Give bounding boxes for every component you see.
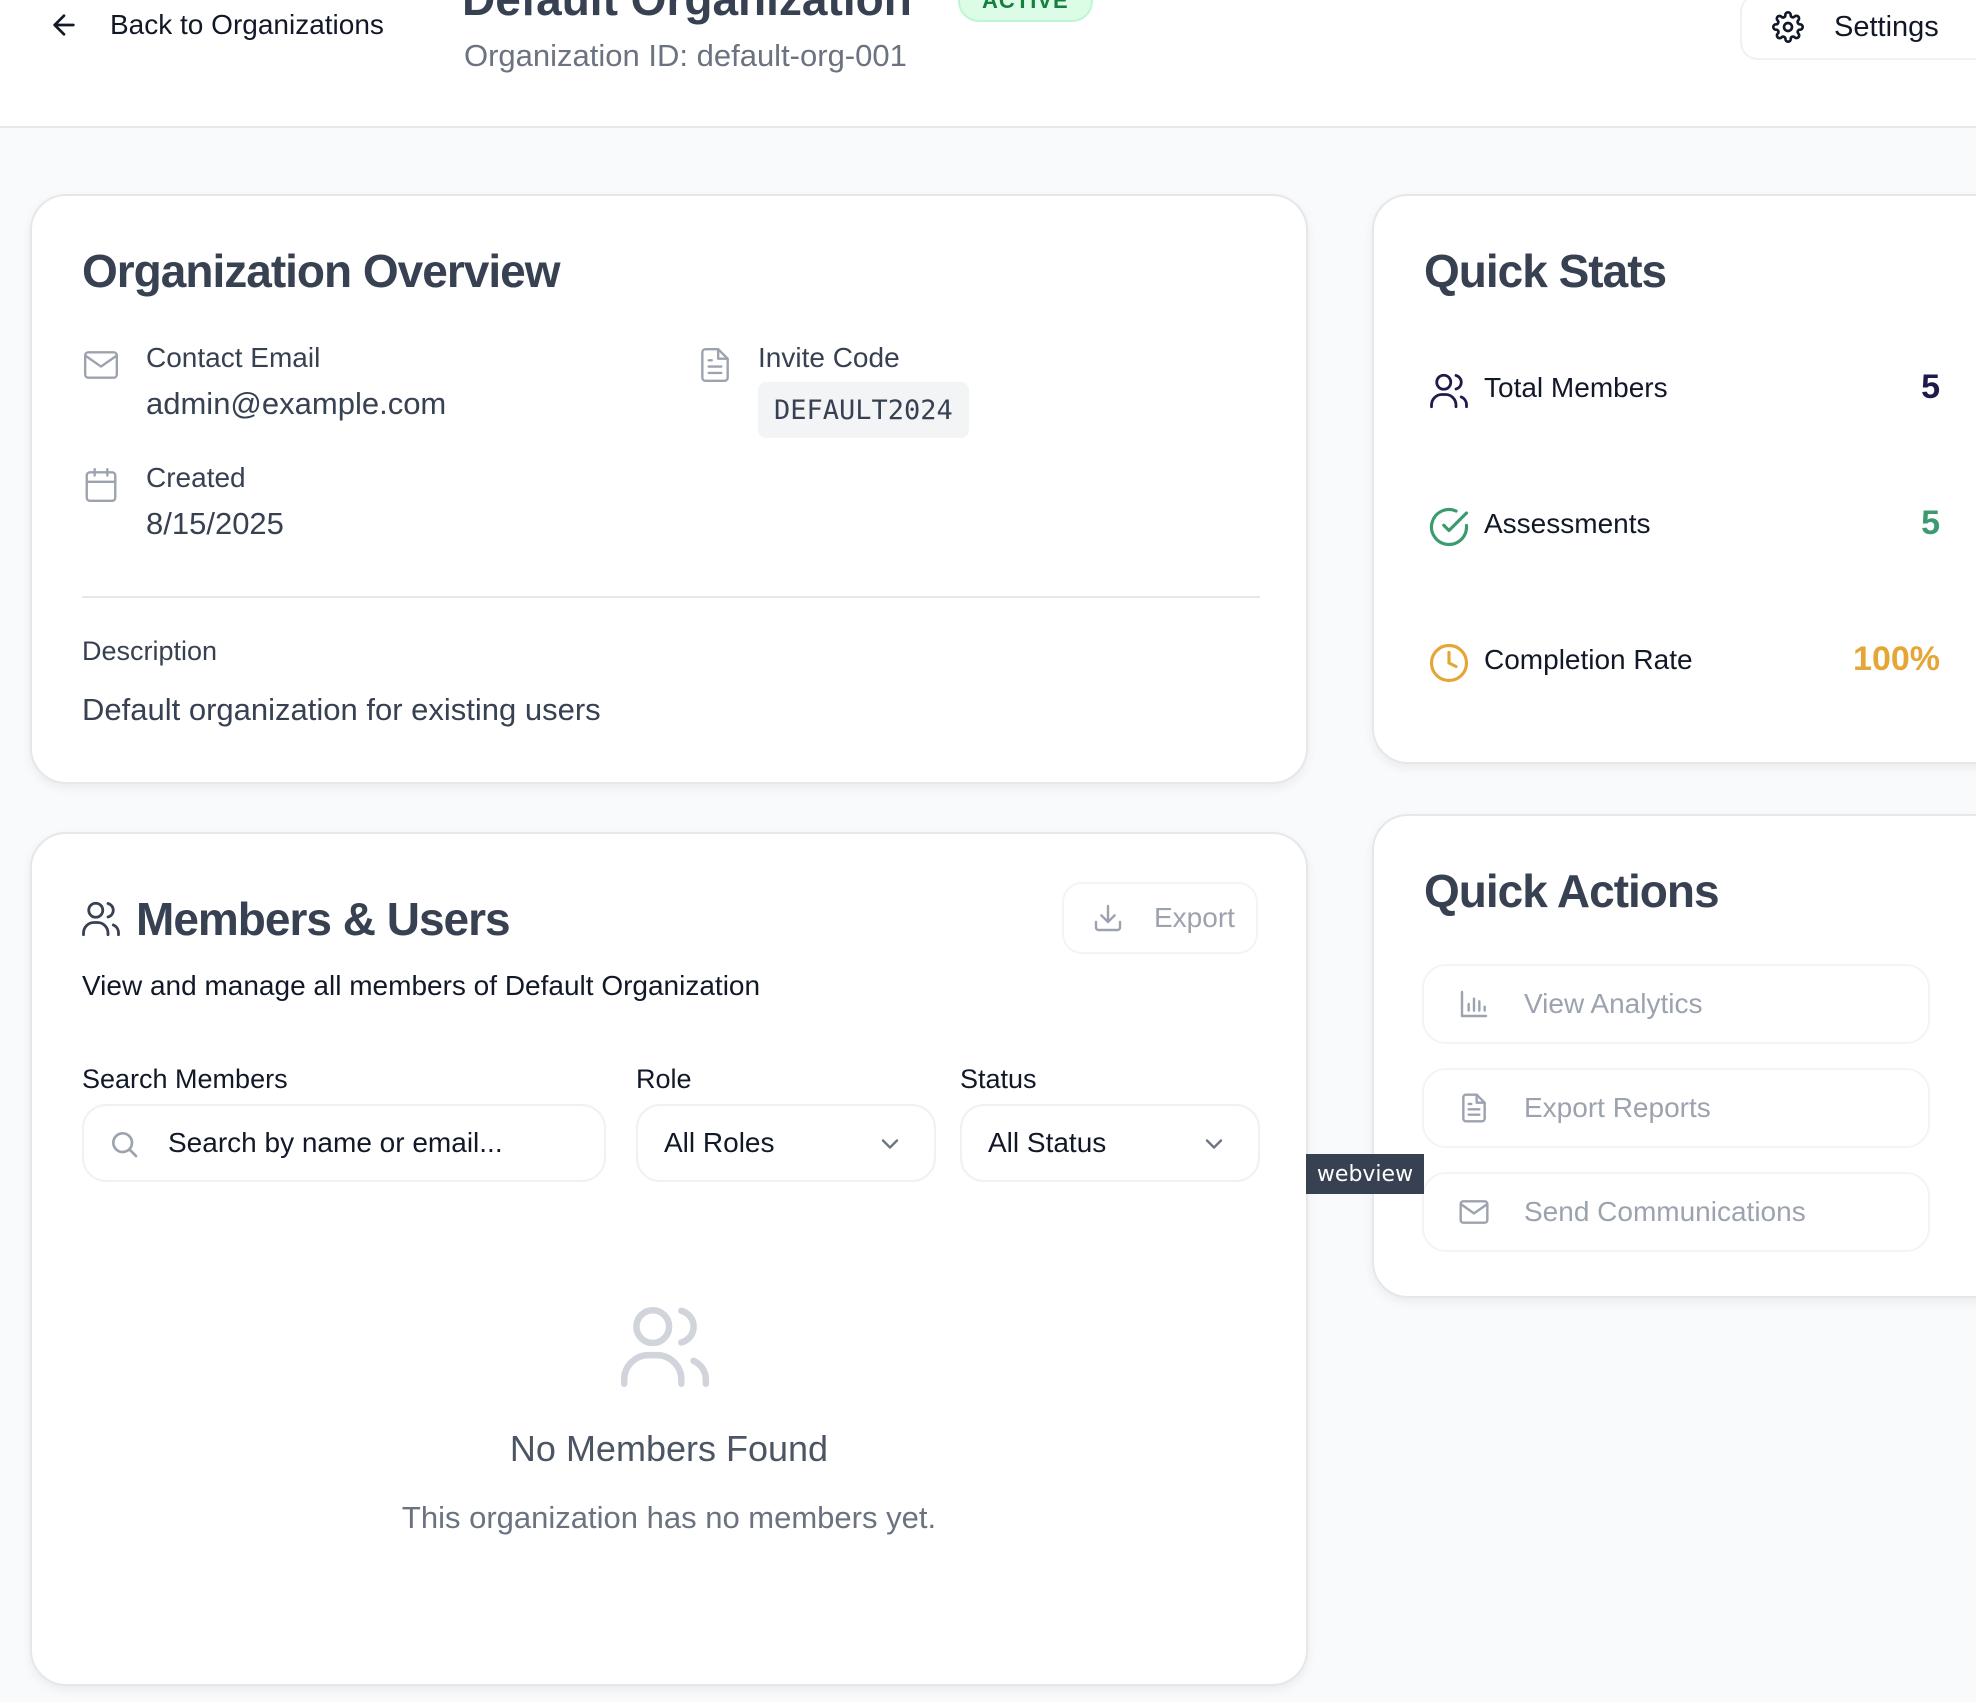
page-title: Default Organization [462, 0, 912, 26]
action-label: Send Communications [1524, 1196, 1806, 1227]
created-label: Created [146, 462, 246, 493]
search-icon [112, 1132, 138, 1158]
role-select[interactable]: All Roles [636, 1104, 936, 1182]
stat-total-members: Total Members 5 [1374, 360, 1976, 420]
quick-stats-card: Quick Stats Total Members 5 Assessments … [1372, 194, 1976, 764]
stat-label: Total Members [1484, 372, 1668, 403]
stat-value: 100% [1853, 640, 1940, 678]
stat-completion-rate: Completion Rate 100% [1374, 632, 1976, 692]
quick-actions-card: Quick Actions View Analytics Export Repo… [1372, 814, 1976, 1298]
users-icon [1430, 373, 1468, 409]
top-bar: Back to Organizations Default Organizati… [0, 0, 1976, 128]
members-card: Members & Users View and manage all memb… [30, 832, 1308, 1686]
stat-label: Assessments [1484, 508, 1651, 539]
created-value: 8/15/2025 [146, 506, 284, 541]
status-select-value: All Status [988, 1127, 1107, 1158]
action-label: Export Reports [1524, 1092, 1711, 1123]
webview-tooltip: webview [1306, 1154, 1424, 1194]
members-subtitle: View and manage all members of Default O… [82, 970, 761, 1001]
back-label: Back to Organizations [110, 9, 384, 40]
organization-id: Organization ID: default-org-001 [464, 38, 907, 73]
download-icon [1094, 904, 1122, 932]
mail-icon [1459, 1200, 1489, 1224]
search-members-label: Search Members [82, 1064, 288, 1094]
mail-icon [83, 351, 119, 379]
document-icon [1462, 1093, 1486, 1123]
check-circle-icon [1429, 507, 1469, 547]
contact-email-label: Contact Email [146, 342, 321, 373]
export-button[interactable]: Export [1062, 882, 1258, 954]
clock-icon [1429, 643, 1469, 683]
calendar-icon [85, 467, 117, 503]
members-title: Members & Users [136, 893, 511, 945]
quick-actions-title: Quick Actions [1424, 865, 1720, 917]
view-analytics-button[interactable]: View Analytics [1422, 964, 1930, 1044]
chevron-down-icon [1205, 1139, 1223, 1149]
invite-code-value: DEFAULT2024 [758, 382, 969, 438]
status-select[interactable]: All Status [960, 1104, 1260, 1182]
settings-label: Settings [1834, 10, 1939, 43]
role-label: Role [636, 1064, 692, 1094]
search-input[interactable] [168, 1127, 604, 1159]
settings-button[interactable]: Settings [1740, 0, 1976, 60]
stat-label: Completion Rate [1484, 644, 1693, 675]
bar-chart-icon [1460, 990, 1488, 1018]
organization-overview-card: Organization Overview Contact Email admi… [30, 194, 1308, 784]
search-field [82, 1104, 606, 1182]
overview-divider [82, 596, 1260, 598]
quick-stats-title: Quick Stats [1424, 245, 1667, 297]
contact-email-value: admin@example.com [146, 386, 447, 421]
empty-state-text: This organization has no members yet. [401, 1500, 937, 1535]
status-label: Status [960, 1064, 1037, 1094]
action-label: View Analytics [1524, 988, 1703, 1019]
role-select-value: All Roles [664, 1127, 775, 1158]
export-reports-button[interactable]: Export Reports [1422, 1068, 1930, 1148]
empty-state-title: No Members Found [509, 1428, 829, 1469]
users-icon [620, 1306, 710, 1388]
export-label: Export [1154, 902, 1235, 933]
description-label: Description [82, 636, 218, 666]
stat-assessments: Assessments 5 [1374, 496, 1976, 556]
document-icon [701, 347, 729, 383]
arrow-left-icon [53, 14, 75, 36]
status-badge: ACTIVE [958, 0, 1093, 22]
users-icon [82, 901, 120, 937]
back-to-organizations-button[interactable]: Back to Organizations [48, 0, 384, 50]
description-value: Default organization for existing users [82, 692, 601, 727]
overview-title: Organization Overview [82, 245, 560, 297]
chevron-down-icon [881, 1139, 899, 1149]
stat-value: 5 [1921, 368, 1940, 406]
stat-value: 5 [1921, 504, 1940, 542]
send-communications-button[interactable]: Send Communications [1422, 1172, 1930, 1252]
invite-code-label: Invite Code [758, 342, 900, 373]
gear-icon [1772, 11, 1804, 43]
